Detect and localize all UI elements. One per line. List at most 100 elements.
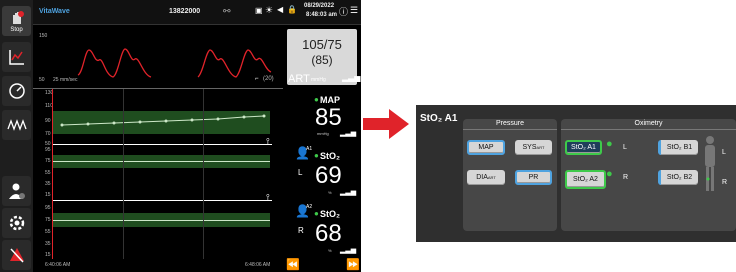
sto2-r-tick: 15 bbox=[45, 252, 51, 258]
settings-icon bbox=[9, 215, 24, 231]
link-icon: ⚯ bbox=[223, 6, 231, 16]
stop-label: Stop bbox=[10, 26, 23, 33]
time-marker bbox=[52, 89, 53, 259]
rewind-icon[interactable]: ⏪ bbox=[286, 258, 300, 271]
map-button-label: MAP bbox=[478, 144, 494, 151]
map-value[interactable]: 85 bbox=[315, 104, 342, 132]
help-icon[interactable]: ⓘ bbox=[339, 5, 348, 18]
sto2-r-tick: 55 bbox=[45, 229, 51, 235]
patient-id: 13822000 bbox=[169, 8, 201, 15]
cursor-handle-icon[interactable]: ⟟ bbox=[266, 137, 270, 148]
sys-art-button[interactable]: SYS ART bbox=[515, 140, 552, 155]
waveform-area: 150 50 25 mm/sec ⌐ (20) 130 110 90 70 50… bbox=[33, 25, 283, 270]
sto2-a1-button[interactable]: StO₂ A1 bbox=[565, 140, 602, 155]
gauge-button[interactable] bbox=[2, 76, 31, 106]
grid-line bbox=[123, 89, 124, 259]
signal-icon: ▂▃▅ bbox=[340, 130, 357, 137]
sto2-l-tick: 15 bbox=[45, 192, 51, 198]
stop-icon bbox=[12, 10, 24, 24]
map-button[interactable]: MAP bbox=[467, 140, 505, 155]
sto2-l-cursor-line bbox=[52, 200, 272, 201]
sto2-a1-label: StO₂ A1 bbox=[571, 144, 596, 151]
trend-chart-icon bbox=[8, 50, 24, 65]
dia-button-sub: ART bbox=[487, 175, 496, 180]
alarm-silence-button[interactable] bbox=[2, 240, 31, 270]
art-map: (85) bbox=[311, 53, 333, 67]
sto2-b2-label: StO₂ B2 bbox=[666, 174, 693, 181]
art-scale-badge: (20) bbox=[263, 76, 274, 82]
separator bbox=[33, 88, 283, 89]
signal-icon: ▂▃▅ bbox=[342, 73, 361, 82]
status-dot: ● bbox=[314, 151, 319, 160]
monitor-screen: Stop VitaWave 13822000 ⚯ ▣ ☀ ◀ 🔒 08/29/2… bbox=[0, 0, 361, 272]
sto2-b1-button[interactable]: StO₂ B1 bbox=[658, 140, 698, 155]
menu-icon[interactable]: ☰ bbox=[350, 5, 358, 16]
brightness-icon[interactable]: ☀ bbox=[265, 5, 273, 16]
fast-forward-icon[interactable]: ⏩ bbox=[346, 258, 360, 271]
grid-line bbox=[203, 89, 204, 259]
sto2-a2-button[interactable]: StO₂ A2 bbox=[565, 170, 606, 189]
signal-icon: ▂▃▅ bbox=[340, 247, 357, 254]
cursor-handle-icon[interactable]: ⟟ bbox=[266, 193, 270, 204]
stop-button[interactable]: Stop bbox=[2, 6, 31, 36]
sys-button-label: SYS bbox=[522, 144, 537, 151]
status-dot: ● bbox=[314, 209, 319, 218]
dia-art-button[interactable]: DIA ART bbox=[467, 170, 505, 185]
camera-icon[interactable]: ▣ bbox=[255, 6, 263, 15]
parameter-config-panel: StO₂ A1 Pressure MAP SYS ART DIA ART PR Ox… bbox=[416, 105, 736, 242]
patient-icon bbox=[8, 183, 25, 199]
waveform-button[interactable] bbox=[2, 110, 31, 140]
sensor-head-icon: ● bbox=[606, 138, 613, 150]
sto2-l-value[interactable]: 69 bbox=[315, 162, 342, 190]
date-text: 08/29/2022 bbox=[304, 3, 335, 9]
top-bar: VitaWave 13822000 ⚯ ▣ ☀ ◀ 🔒 08/29/2022 8… bbox=[33, 0, 361, 25]
pressure-group-title: Pressure bbox=[463, 119, 557, 130]
config-title: StO₂ A1 bbox=[420, 113, 458, 124]
time-end: 6:48:06 AM bbox=[245, 262, 271, 268]
trend-chart-button[interactable] bbox=[2, 42, 31, 72]
art-unit: mmHg bbox=[311, 77, 326, 83]
sto2-r-tick: 35 bbox=[45, 241, 51, 247]
sto2-a1-side: L bbox=[623, 144, 627, 151]
sto2-r-label: StO₂ bbox=[320, 209, 340, 219]
sto2-l-tick: 95 bbox=[45, 147, 51, 153]
sto2-l-channel: A1 bbox=[306, 146, 313, 152]
sto2-l-tick: 55 bbox=[45, 170, 51, 176]
art-waveform bbox=[77, 48, 272, 78]
waveform-icon bbox=[6, 119, 27, 131]
lock-icon[interactable]: 🔒 bbox=[287, 5, 297, 14]
sto2-l-label: StO₂ bbox=[320, 151, 340, 161]
volume-icon[interactable]: ◀ bbox=[277, 5, 283, 14]
dia-button-label: DIA bbox=[476, 174, 488, 181]
sys-button-sub: ART bbox=[536, 145, 545, 150]
sto2-r-unit: % bbox=[328, 248, 332, 253]
pressure-group: Pressure MAP SYS ART DIA ART PR bbox=[463, 119, 557, 231]
sidebar: Stop bbox=[0, 0, 33, 272]
sto2-b-side-l: L bbox=[722, 149, 726, 156]
callout-arrow bbox=[363, 109, 409, 139]
sto2-r-value[interactable]: 68 bbox=[315, 220, 342, 248]
sto2-r-side: R bbox=[298, 226, 304, 235]
time-text: 8:48:03 am bbox=[306, 12, 338, 18]
oximetry-group-title: Oximetry bbox=[561, 119, 736, 130]
gauge-icon bbox=[8, 83, 25, 99]
signal-icon: ▂▃▅ bbox=[340, 189, 357, 196]
map-cursor-line bbox=[52, 144, 272, 145]
settings-button[interactable] bbox=[2, 208, 31, 238]
alarm-silence-icon bbox=[9, 248, 24, 263]
patient-button[interactable] bbox=[2, 176, 31, 206]
pr-button-label: PR bbox=[528, 174, 539, 181]
sto2-a2-label: StO₂ A2 bbox=[573, 176, 598, 183]
sto2-a2-side: R bbox=[623, 174, 629, 181]
art-scale-icon: ⌐ bbox=[255, 76, 259, 82]
time-start: 6:40:06 AM bbox=[45, 262, 71, 268]
sensor-head-icon: ● bbox=[606, 168, 613, 180]
map-unit: mmHg bbox=[317, 131, 329, 136]
art-label: ART bbox=[288, 73, 310, 85]
oximetry-group: Oximetry StO₂ A1 ● L StO₂ A2 ● R StO₂ B1… bbox=[561, 119, 736, 231]
brand-logo: VitaWave bbox=[39, 8, 70, 15]
sto2-b2-button[interactable]: StO₂ B2 bbox=[658, 170, 698, 185]
map-trend-line bbox=[60, 114, 266, 127]
map-tick: 90 bbox=[45, 118, 51, 124]
pr-button[interactable]: PR bbox=[515, 170, 552, 185]
